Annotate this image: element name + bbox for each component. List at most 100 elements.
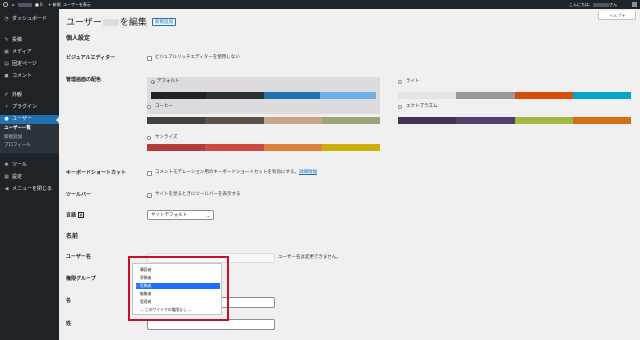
swatch [321,117,380,124]
toolbar-text: サイトを見るときにツールバーを表示する [155,192,241,197]
sidebar-item-posts[interactable]: ✎ 投稿 [0,36,59,45]
new-content-menu[interactable]: + 新規 [48,0,61,9]
admin-bar: ⌂ ■ 0 + 新規 ユーザーを表示 こんにちは、 さん [0,0,640,9]
page-icon: ▤ [4,61,9,67]
sidebar-item-label: ユーザー [12,116,32,122]
swatch [514,92,573,99]
sidebar-item-label: プラグイン [12,104,38,110]
sidebar-item-label: 投稿 [12,37,23,43]
sidebar-item-tools[interactable]: ✱ ツール [0,161,59,170]
home-icon[interactable]: ⌂ [12,0,15,9]
color-scheme-name: デフォルト [157,79,180,84]
toolbar-label: ツールバー [66,192,92,198]
language-select[interactable]: サイトデフォルト ⌄ [147,210,214,220]
swatch [319,92,376,99]
sidebar-item-label: 外観 [12,92,23,98]
submenu-all-users[interactable]: ユーザー一覧 [4,126,31,132]
brush-icon: ✐ [4,92,9,98]
highlight-box [128,256,229,321]
sidebar-item-label: メディア [12,49,32,55]
pin-icon: ✎ [4,37,9,43]
keyboard-shortcuts-text: コメントモデレーション用のキーボードショートカットを有効にする。詳細情報 [155,170,317,176]
color-scheme-name: コーヒー [155,104,173,109]
color-scheme-name: エクトプラズム [406,104,438,109]
keyboard-shortcuts-checkbox[interactable] [147,171,152,176]
color-scheme-radio[interactable] [151,80,155,84]
sidebar-item-comments[interactable]: ◼ コメント [0,72,59,81]
settings-icon: ▦ [4,174,9,180]
color-scheme-name: ライト [406,79,420,84]
title-suffix: を編集 [119,18,147,28]
last-name-label: 姓 [66,321,72,327]
visual-editor-label: ビジュアルエディター [66,55,116,61]
admin-sidebar: ◔ ダッシュボード ✎ 投稿 ▣ メディア ▤ 固定ページ ◼ コメント ✐ 外観 ⚡ プラグ… [0,9,59,340]
submenu-profile[interactable]: プロフィール [4,143,31,149]
sidebar-collapse-menu[interactable]: ◀ メニューを閉じる [0,185,59,194]
sidebar-item-dashboard[interactable]: ◔ ダッシュボード [0,15,59,24]
help-button[interactable]: ヘルプ ▾ [598,11,636,20]
role-label: 権限グループ [66,276,96,282]
swatch [398,92,457,99]
translation-icon: あ [78,212,85,218]
greeting-prefix: こんにちは、 [569,2,593,7]
submenu-add-new[interactable]: 新規追加 [4,135,22,141]
color-scheme-sunrise[interactable]: サンライズ [147,133,380,170]
swatch [514,117,573,124]
chevron-down-icon: ⌄ [206,213,210,218]
visual-editor-text: ビジュアルリッチエディターを使用しない [155,55,240,60]
sidebar-item-label: ツール [12,162,28,168]
swatch [263,144,322,151]
username-redacted [102,19,119,26]
main-content: ヘルプ ▾ ユーザー を編集 新規追加 個人設定 ビジュアルエディター ビジュアル… [59,9,640,340]
site-name[interactable] [18,0,32,9]
avatar[interactable] [632,2,637,7]
sidebar-item-label: メニューを閉じる [12,186,53,192]
swatch [147,144,206,151]
media-icon: ▣ [4,49,9,55]
view-user-link[interactable]: ユーザーを表示 [63,0,91,9]
collapse-icon: ◀ [4,186,9,192]
section-personal-options: 個人設定 [66,35,91,42]
account-menu[interactable]: こんにちは、 さん [569,0,617,9]
section-name: 名前 [66,233,79,240]
swatch [321,144,380,151]
toolbar-checkbox[interactable] [147,193,152,198]
swatch [147,117,206,124]
sidebar-item-label: コメント [12,73,33,79]
swatch [151,92,208,99]
keyboard-shortcuts-link[interactable]: 詳細情報 [299,170,317,175]
dashboard-icon: ◔ [4,16,9,22]
swatch [207,92,264,99]
color-scheme-radio[interactable] [398,80,402,84]
sidebar-item-label: 固定ページ [12,61,37,67]
color-scheme-swatches [398,92,631,99]
language-label-row: 言語あ [66,212,85,220]
color-scheme-swatches [151,92,376,99]
sidebar-item-appearance[interactable]: ✐ 外観 [0,91,59,100]
sidebar-item-label: ダッシュボード [12,16,48,22]
swatch [456,92,515,99]
username-redacted [593,3,609,7]
username-note: ユーザー名は変更できません。 [278,255,341,260]
color-scheme-swatches [147,144,380,151]
add-new-user-button[interactable]: 新規追加 [152,18,176,26]
color-scheme-radio[interactable] [147,105,151,109]
page-title: ユーザー を編集 [66,17,147,29]
visual-editor-checkbox[interactable] [147,56,152,61]
wordpress-logo-icon[interactable] [3,0,9,9]
sidebar-item-media[interactable]: ▣ メディア [0,48,59,57]
sidebar-item-label: 設定 [12,174,23,180]
wrench-icon: ✱ [4,162,9,168]
sidebar-item-plugins[interactable]: ⚡ プラグイン [0,103,59,112]
color-scheme-radio[interactable] [398,105,402,109]
swatch [572,92,631,99]
color-scheme-ectoplasm[interactable]: エクトプラズム [398,102,631,139]
color-scheme-swatches [147,117,380,124]
comments-icon[interactable]: ■ 0 [35,0,43,9]
color-scheme-radio[interactable] [147,136,151,140]
sidebar-item-pages[interactable]: ▤ 固定ページ [0,60,59,69]
swatch [263,117,322,124]
sidebar-item-users[interactable]: ● ユーザー [0,115,59,124]
sidebar-item-settings[interactable]: ▦ 設定 [0,173,59,182]
color-scheme-swatches [398,117,631,124]
